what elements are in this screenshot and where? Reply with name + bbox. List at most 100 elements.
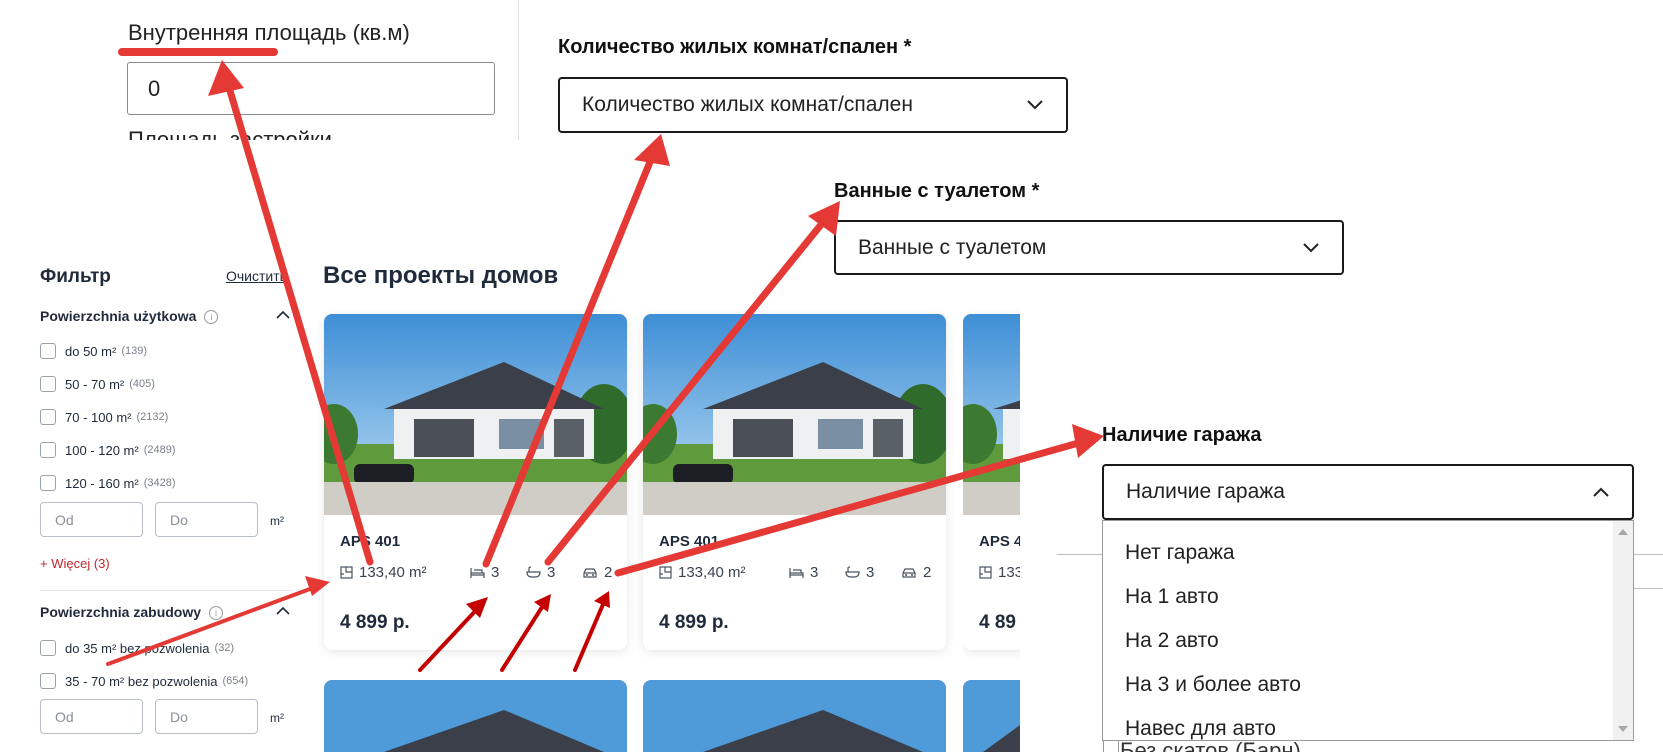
from-placeholder: Od <box>55 708 74 725</box>
chevron-up-icon <box>1592 483 1610 501</box>
bathtub-icon <box>845 566 860 578</box>
background-option-cut: Без скатов (Барн) <box>1120 738 1301 752</box>
divider <box>518 0 519 140</box>
project-card[interactable]: APS 401 133,40 m² 3 3 2 4 899 р. <box>324 314 627 650</box>
option-label: 120 - 160 m² <box>65 475 139 491</box>
usable-area-option[interactable]: 100 - 120 m² (2489) <box>40 442 176 458</box>
bed-icon <box>789 568 804 578</box>
house-image[interactable] <box>963 680 1020 752</box>
projects-title: Все проекты домов <box>323 262 559 289</box>
option-label: 70 - 100 m² <box>65 409 132 425</box>
garage-spec: 2 <box>582 564 612 581</box>
project-name: APS 401 <box>659 533 720 550</box>
usable-area-option[interactable]: do 50 m² (139) <box>40 343 147 359</box>
usable-area-option[interactable]: 70 - 100 m² (2132) <box>40 409 168 425</box>
usable-area-option[interactable]: 120 - 160 m² (3428) <box>40 475 176 491</box>
house-image[interactable] <box>324 680 627 752</box>
usable-area-section-title[interactable]: Powierzchnia użytkowa i <box>40 308 219 324</box>
floor-plan-icon <box>659 566 672 579</box>
project-card-partial[interactable] <box>324 680 627 752</box>
project-name: APS 4 <box>979 533 1020 550</box>
rooms-spec: 3 <box>789 564 845 581</box>
usable-area-from-input[interactable]: Od <box>40 502 143 537</box>
built-area-option[interactable]: do 35 m² bez pozwolenia (32) <box>40 640 234 656</box>
background-divider <box>1057 554 1103 555</box>
built-area-from-input[interactable]: Od <box>40 699 143 734</box>
usable-area-option[interactable]: 50 - 70 m² (405) <box>40 376 155 392</box>
built-area-section-title[interactable]: Powierzchnia zabudowy i <box>40 604 224 620</box>
background-checkbox <box>1103 740 1119 752</box>
option-count: (2489) <box>143 444 176 456</box>
from-placeholder: Od <box>55 511 74 528</box>
baths-value: 3 <box>866 564 875 581</box>
rooms-value: 3 <box>810 564 819 581</box>
option-count: (2132) <box>136 411 169 423</box>
garage-select-value: Наличие гаража <box>1126 480 1285 503</box>
option-count: (654) <box>222 675 249 687</box>
built-area-to-input[interactable]: Do <box>155 699 258 734</box>
filter-clear-link[interactable]: Очистить <box>226 268 284 284</box>
scrollbar[interactable] <box>1613 521 1633 740</box>
chevron-down-icon <box>1302 239 1320 257</box>
option-count: (139) <box>121 345 147 357</box>
checkbox[interactable] <box>40 343 56 359</box>
info-icon[interactable]: i <box>204 310 219 324</box>
project-card[interactable]: APS 401 133,40 m² 3 3 2 4 899 р. <box>643 314 946 650</box>
garage-select[interactable]: Наличие гаража <box>1102 464 1634 520</box>
checkbox[interactable] <box>40 640 56 656</box>
garage-option[interactable]: На 2 авто <box>1125 629 1219 653</box>
checkbox[interactable] <box>40 409 56 425</box>
project-specs: 133 <box>979 564 1020 581</box>
interior-area-input[interactable]: 0 <box>127 62 495 115</box>
car-icon <box>583 568 597 578</box>
baths-spec: 3 <box>845 564 901 581</box>
info-icon[interactable]: i <box>209 606 224 620</box>
area-value: 133 <box>998 564 1020 581</box>
house-image[interactable] <box>963 314 1020 515</box>
garage-option[interactable]: На 1 авто <box>1125 585 1219 609</box>
project-card-partial[interactable] <box>963 680 1020 752</box>
car-icon <box>902 568 916 578</box>
chevron-up-icon[interactable] <box>276 310 290 320</box>
checkbox[interactable] <box>40 442 56 458</box>
area-spec: 133 <box>979 564 1020 581</box>
unit-label: m² <box>270 711 284 725</box>
area-value: 133,40 m² <box>359 564 427 581</box>
project-specs: 133,40 m² 3 3 2 <box>340 564 612 581</box>
built-area-option[interactable]: 35 - 70 m² bez pozwolenia (654) <box>40 673 248 689</box>
floor-plan-icon <box>340 566 353 579</box>
interior-area-value: 0 <box>148 75 161 101</box>
house-image[interactable] <box>324 314 627 515</box>
project-card[interactable]: APS 4 133 4 89 <box>963 314 1020 650</box>
option-label: 50 - 70 m² <box>65 376 125 392</box>
project-price: 4 899 р. <box>659 612 729 633</box>
usable-area-to-input[interactable]: Do <box>155 502 258 537</box>
bathrooms-select[interactable]: Ванные с туалетом <box>834 220 1344 275</box>
checkbox[interactable] <box>40 475 56 491</box>
project-specs: 133,40 m² 3 3 2 <box>659 564 931 581</box>
interior-area-label: Внутренняя площадь (кв.м) <box>128 20 410 45</box>
house-image[interactable] <box>643 680 946 752</box>
project-price: 4 89 <box>979 612 1016 633</box>
chevron-down-icon <box>1026 96 1044 114</box>
rooms-select[interactable]: Количество жилых комнат/спален <box>558 77 1068 133</box>
garage-option[interactable]: На 3 и более авто <box>1125 673 1301 697</box>
option-label: do 50 m² <box>65 343 117 359</box>
built-area-label-cut: Площадь застройки <box>128 127 332 140</box>
garage-option[interactable]: Нет гаража <box>1125 541 1235 565</box>
area-value: 133,40 m² <box>678 564 746 581</box>
more-options-link[interactable]: + Więcej (3) <box>40 556 110 571</box>
scroll-up-arrow-icon[interactable] <box>1618 529 1628 535</box>
garage-spec: 2 <box>901 564 931 581</box>
option-label: 35 - 70 m² bez pozwolenia <box>65 673 218 689</box>
card-clip: APS 4 133 4 89 <box>963 304 1020 660</box>
garage-options-list[interactable]: Нет гаража На 1 авто На 2 авто На 3 и бо… <box>1102 520 1634 741</box>
house-image[interactable] <box>643 314 946 515</box>
garage-title: Наличие гаража <box>1102 424 1262 446</box>
scroll-down-arrow-icon[interactable] <box>1618 726 1628 732</box>
chevron-up-icon[interactable] <box>276 606 290 616</box>
unit-label: m² <box>270 514 284 528</box>
project-card-partial[interactable] <box>643 680 946 752</box>
checkbox[interactable] <box>40 673 56 689</box>
checkbox[interactable] <box>40 376 56 392</box>
